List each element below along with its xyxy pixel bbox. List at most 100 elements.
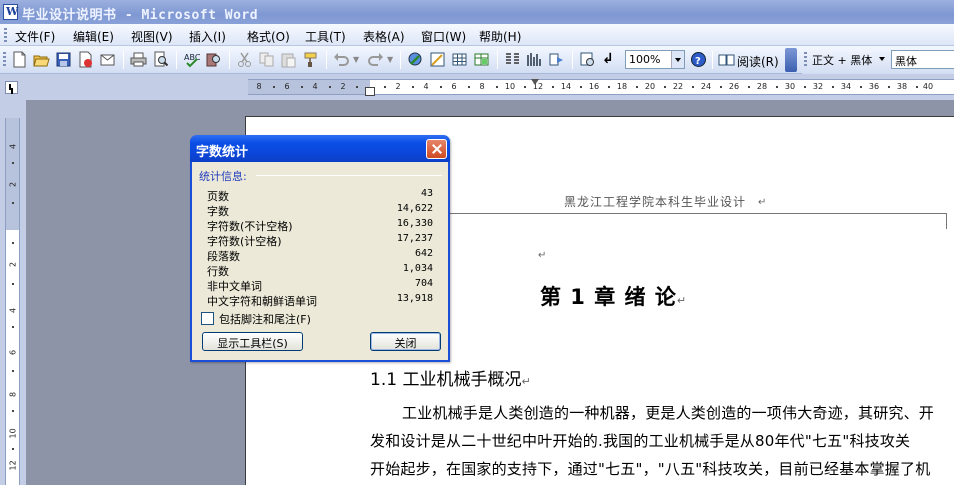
drawing-icon[interactable] — [526, 51, 543, 68]
insert-table-icon[interactable] — [451, 51, 468, 68]
stat-row-words: 字数 14,622 — [207, 203, 433, 218]
chapter-title[interactable]: 第 1 章 绪 论↵ — [540, 281, 687, 311]
body-text-line[interactable]: 工业机械手是人类创造的一种机器，更是人类创造的一项伟大奇迹，其研究、开 — [402, 402, 934, 423]
menu-table[interactable]: 表格(A) — [363, 28, 405, 45]
style-combo[interactable]: 正文 + 黑体 — [809, 50, 889, 69]
copy-icon[interactable] — [258, 51, 275, 68]
dialog-title-bar[interactable]: 字数统计 — [190, 135, 450, 162]
help-icon[interactable]: ? — [690, 51, 707, 68]
undo-icon[interactable] — [333, 51, 350, 68]
toolbar-separator — [326, 51, 327, 69]
ruler-dot — [720, 86, 722, 88]
tables-borders-icon[interactable] — [429, 51, 446, 68]
toolbar-separator — [497, 51, 498, 69]
stat-value: 17,237 — [396, 233, 433, 244]
toolbar-separator — [176, 51, 177, 69]
formatting-grip-handle[interactable] — [804, 52, 807, 68]
reading-pane-icon[interactable] — [579, 51, 596, 68]
first-line-indent-marker[interactable] — [531, 79, 539, 85]
chevron-down-icon[interactable] — [876, 50, 889, 67]
new-icon[interactable] — [11, 51, 28, 68]
ruler-tick: 34 — [840, 82, 852, 91]
horizontal-ruler[interactable]: 8 6 4 2 2 4 6 8 10 12 14 16 18 20 22 24 … — [248, 79, 954, 96]
menu-file[interactable]: 文件(F) — [15, 28, 55, 45]
undo-dropdown-icon[interactable]: ▼ — [353, 55, 359, 64]
menu-tools[interactable]: 工具(T) — [305, 28, 346, 45]
left-indent-marker[interactable] — [365, 87, 375, 96]
redo-icon[interactable] — [367, 51, 384, 68]
ruler-dot — [12, 242, 14, 244]
columns-icon[interactable] — [504, 51, 521, 68]
chevron-down-icon[interactable] — [671, 51, 684, 68]
print-preview-icon[interactable] — [152, 51, 169, 68]
toolbar-separator — [229, 51, 230, 69]
format-painter-icon[interactable] — [302, 51, 319, 68]
email-icon[interactable] — [99, 51, 116, 68]
read-mode-button[interactable]: 阅读(R) — [737, 53, 779, 70]
ruler-dot — [748, 86, 750, 88]
standard-toolbar: ABC ▼ ▼ ↲ 100% ? 阅读(R) 正文 + 黑体 黑体 — [0, 46, 954, 74]
tab-selector-button[interactable] — [5, 81, 18, 94]
ruler-tick: 22 — [672, 82, 684, 91]
print-icon[interactable] — [130, 51, 147, 68]
menu-window[interactable]: 窗口(W) — [421, 28, 466, 45]
ruler-dot — [608, 86, 610, 88]
menu-edit[interactable]: 编辑(E) — [73, 28, 114, 45]
vertical-ruler[interactable]: 4 2 2 4 6 8 10 12 — [5, 118, 20, 485]
ruler-tick: 28 — [756, 82, 768, 91]
ruler-dot — [301, 86, 303, 88]
ruler-tick: 32 — [812, 82, 824, 91]
redo-dropdown-icon[interactable]: ▼ — [387, 55, 393, 64]
close-icon[interactable] — [426, 139, 447, 159]
cut-icon[interactable] — [236, 51, 253, 68]
window-title: 毕业设计说明书 - Microsoft Word — [22, 8, 259, 23]
zoom-combo[interactable]: 100% — [625, 50, 685, 69]
insert-excel-icon[interactable] — [473, 51, 490, 68]
menu-grip-handle[interactable] — [4, 28, 7, 42]
stat-label: 行数 — [207, 265, 229, 278]
ruler-dot — [664, 86, 666, 88]
menu-view[interactable]: 视图(V) — [131, 28, 173, 45]
open-icon[interactable] — [33, 51, 50, 68]
hyperlink-icon[interactable] — [407, 51, 424, 68]
stat-value: 642 — [414, 248, 433, 259]
include-footnotes-label[interactable]: 包括脚注和尾注(F) — [219, 311, 311, 327]
paste-icon[interactable] — [280, 51, 297, 68]
save-icon[interactable] — [55, 51, 72, 68]
ruler-tick: 16 — [588, 82, 600, 91]
spelling-icon[interactable]: ABC — [183, 51, 200, 68]
menu-format[interactable]: 格式(O) — [247, 28, 290, 45]
ruler-tick: 4 — [8, 307, 18, 314]
read-icon[interactable] — [718, 51, 735, 68]
toolbar-overflow-button[interactable] — [785, 48, 797, 72]
body-text-line[interactable]: 开始起步，在国家的支持下，通过"七五"，"八五"科技攻关，目前已经基本掌握了机 — [370, 458, 930, 479]
stat-row-chinese-korean-words: 中文字符和朝鲜语单词 13,918 — [207, 293, 433, 308]
research-icon[interactable] — [205, 51, 222, 68]
menu-bar: 文件(F) 编辑(E) 视图(V) 插入(I) 格式(O) 工具(T) 表格(A… — [0, 24, 954, 46]
ruler-dot — [832, 86, 834, 88]
section-title[interactable]: 1.1 工业机械手概况↵ — [370, 365, 531, 390]
toolbar-grip-handle[interactable] — [3, 52, 6, 68]
ruler-tick: 40 — [922, 82, 934, 91]
font-combo[interactable]: 黑体 — [891, 50, 954, 69]
show-hide-icon[interactable]: ↲ — [602, 51, 614, 67]
show-toolbar-button[interactable]: 显示工具栏(S) — [202, 332, 303, 351]
word-app-icon[interactable] — [3, 4, 18, 20]
title-bar: 毕业设计说明书 - Microsoft Word — [0, 0, 954, 24]
svg-text:?: ? — [695, 56, 701, 67]
menu-help[interactable]: 帮助(H) — [479, 28, 521, 45]
ruler-dot — [692, 86, 694, 88]
close-button[interactable]: 关闭 — [370, 332, 441, 351]
document-map-icon[interactable] — [548, 51, 565, 68]
ruler-dot — [12, 202, 14, 204]
ruler-tick: 2 — [8, 261, 18, 268]
stat-label: 字符数(不计空格) — [207, 220, 293, 233]
permission-icon[interactable] — [77, 51, 94, 68]
stat-label: 非中文单词 — [207, 280, 262, 293]
stat-value: 43 — [420, 188, 433, 199]
menu-insert[interactable]: 插入(I) — [189, 28, 226, 45]
toolbar-separator — [400, 51, 401, 69]
stat-value: 704 — [414, 278, 433, 289]
body-text-line[interactable]: 发和设计是从二十世纪中叶开始的.我国的工业机械手是从80年代"七五"科技攻关 — [370, 430, 910, 451]
include-footnotes-checkbox[interactable] — [201, 312, 214, 325]
